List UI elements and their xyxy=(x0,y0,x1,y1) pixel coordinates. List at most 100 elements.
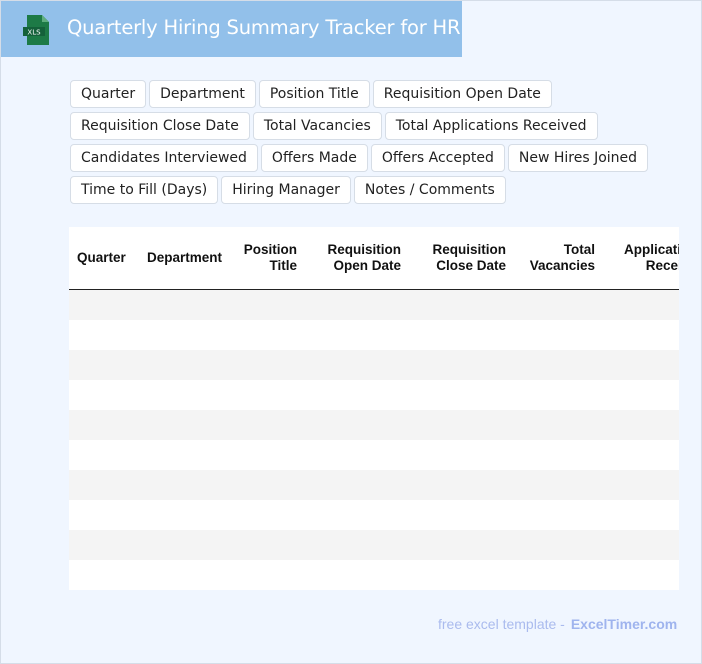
table-cell[interactable] xyxy=(305,289,409,320)
table-cell[interactable] xyxy=(603,350,679,380)
table-cell[interactable] xyxy=(229,440,305,470)
table-cell[interactable] xyxy=(229,560,305,590)
field-chip[interactable]: Quarter xyxy=(70,80,147,108)
table-cell[interactable] xyxy=(514,350,603,380)
field-chip[interactable]: Offers Accepted xyxy=(370,144,505,172)
table-cell[interactable] xyxy=(514,560,603,590)
table-cell[interactable] xyxy=(229,530,305,560)
column-header[interactable]: Department xyxy=(139,227,229,290)
table-cell[interactable] xyxy=(69,380,139,410)
table-cell[interactable] xyxy=(69,289,139,320)
field-chip[interactable]: Time to Fill (Days) xyxy=(70,176,219,204)
table-cell[interactable] xyxy=(409,320,514,350)
table-cell[interactable] xyxy=(305,500,409,530)
table-row[interactable] xyxy=(69,350,679,380)
table-cell[interactable] xyxy=(305,410,409,440)
table-cell[interactable] xyxy=(409,470,514,500)
table-cell[interactable] xyxy=(409,500,514,530)
table-cell[interactable] xyxy=(603,530,679,560)
table-cell[interactable] xyxy=(409,289,514,320)
field-chip[interactable]: Hiring Manager xyxy=(221,176,351,204)
table-cell[interactable] xyxy=(139,500,229,530)
table-cell[interactable] xyxy=(229,320,305,350)
column-header[interactable]: Requisition Open Date xyxy=(305,227,409,290)
table-cell[interactable] xyxy=(229,410,305,440)
field-chip[interactable]: Requisition Close Date xyxy=(70,112,250,140)
table-row[interactable] xyxy=(69,500,679,530)
table-row[interactable] xyxy=(69,440,679,470)
table-cell[interactable] xyxy=(139,410,229,440)
field-chip[interactable]: New Hires Joined xyxy=(507,144,649,172)
table-cell[interactable] xyxy=(409,350,514,380)
table-cell[interactable] xyxy=(305,560,409,590)
table-cell[interactable] xyxy=(69,470,139,500)
table-cell[interactable] xyxy=(69,530,139,560)
field-chip[interactable]: Candidates Interviewed xyxy=(70,144,258,172)
table-cell[interactable] xyxy=(514,500,603,530)
table-cell[interactable] xyxy=(139,560,229,590)
table-cell[interactable] xyxy=(229,470,305,500)
table-row[interactable] xyxy=(69,380,679,410)
table-cell[interactable] xyxy=(514,320,603,350)
table-row[interactable] xyxy=(69,470,679,500)
table-cell[interactable] xyxy=(409,530,514,560)
table-cell[interactable] xyxy=(409,380,514,410)
field-chip[interactable]: Notes / Comments xyxy=(353,176,506,204)
table-cell[interactable] xyxy=(69,410,139,440)
table-row[interactable] xyxy=(69,289,679,320)
table-cell[interactable] xyxy=(409,440,514,470)
field-chip[interactable]: Total Applications Received xyxy=(384,112,598,140)
table-cell[interactable] xyxy=(229,350,305,380)
footer-brand-link[interactable]: ExcelTimer.com xyxy=(571,616,677,632)
table-cell[interactable] xyxy=(305,350,409,380)
field-chip[interactable]: Total Vacancies xyxy=(252,112,382,140)
table-cell[interactable] xyxy=(305,380,409,410)
field-chip[interactable]: Position Title xyxy=(258,80,370,108)
table-row[interactable] xyxy=(69,320,679,350)
table-cell[interactable] xyxy=(409,560,514,590)
table-cell[interactable] xyxy=(603,320,679,350)
column-header[interactable]: Quarter xyxy=(69,227,139,290)
table-row[interactable] xyxy=(69,410,679,440)
column-header[interactable]: Position Title xyxy=(229,227,305,290)
table-cell[interactable] xyxy=(514,380,603,410)
table-cell[interactable] xyxy=(514,470,603,500)
field-chip[interactable]: Offers Made xyxy=(260,144,368,172)
table-cell[interactable] xyxy=(603,560,679,590)
table-row[interactable] xyxy=(69,560,679,590)
table-cell[interactable] xyxy=(69,500,139,530)
column-header[interactable]: Total Vacancies xyxy=(514,227,603,290)
table-cell[interactable] xyxy=(139,320,229,350)
table-cell[interactable] xyxy=(139,289,229,320)
table-cell[interactable] xyxy=(603,289,679,320)
table-cell[interactable] xyxy=(69,350,139,380)
table-cell[interactable] xyxy=(229,500,305,530)
table-cell[interactable] xyxy=(603,440,679,470)
table-cell[interactable] xyxy=(229,289,305,320)
tracker-table[interactable]: Quarter Department Position Title Requisitio… xyxy=(69,227,679,590)
table-cell[interactable] xyxy=(139,530,229,560)
table-cell[interactable] xyxy=(69,320,139,350)
table-cell[interactable] xyxy=(603,380,679,410)
table-cell[interactable] xyxy=(139,350,229,380)
field-chip[interactable]: Requisition Open Date xyxy=(372,80,552,108)
table-cell[interactable] xyxy=(514,289,603,320)
table-cell[interactable] xyxy=(139,470,229,500)
table-cell[interactable] xyxy=(514,410,603,440)
table-cell[interactable] xyxy=(409,410,514,440)
table-cell[interactable] xyxy=(305,470,409,500)
table-cell[interactable] xyxy=(305,440,409,470)
table-cell[interactable] xyxy=(603,410,679,440)
column-header[interactable]: ApplicationsReceived xyxy=(603,227,679,290)
table-cell[interactable] xyxy=(514,440,603,470)
table-cell[interactable] xyxy=(514,530,603,560)
table-cell[interactable] xyxy=(139,440,229,470)
table-cell[interactable] xyxy=(69,560,139,590)
table-cell[interactable] xyxy=(603,500,679,530)
field-chip[interactable]: Department xyxy=(149,80,256,108)
column-header[interactable]: Requisition Close Date xyxy=(409,227,514,290)
table-cell[interactable] xyxy=(229,380,305,410)
table-cell[interactable] xyxy=(139,380,229,410)
table-cell[interactable] xyxy=(69,440,139,470)
table-cell[interactable] xyxy=(305,320,409,350)
